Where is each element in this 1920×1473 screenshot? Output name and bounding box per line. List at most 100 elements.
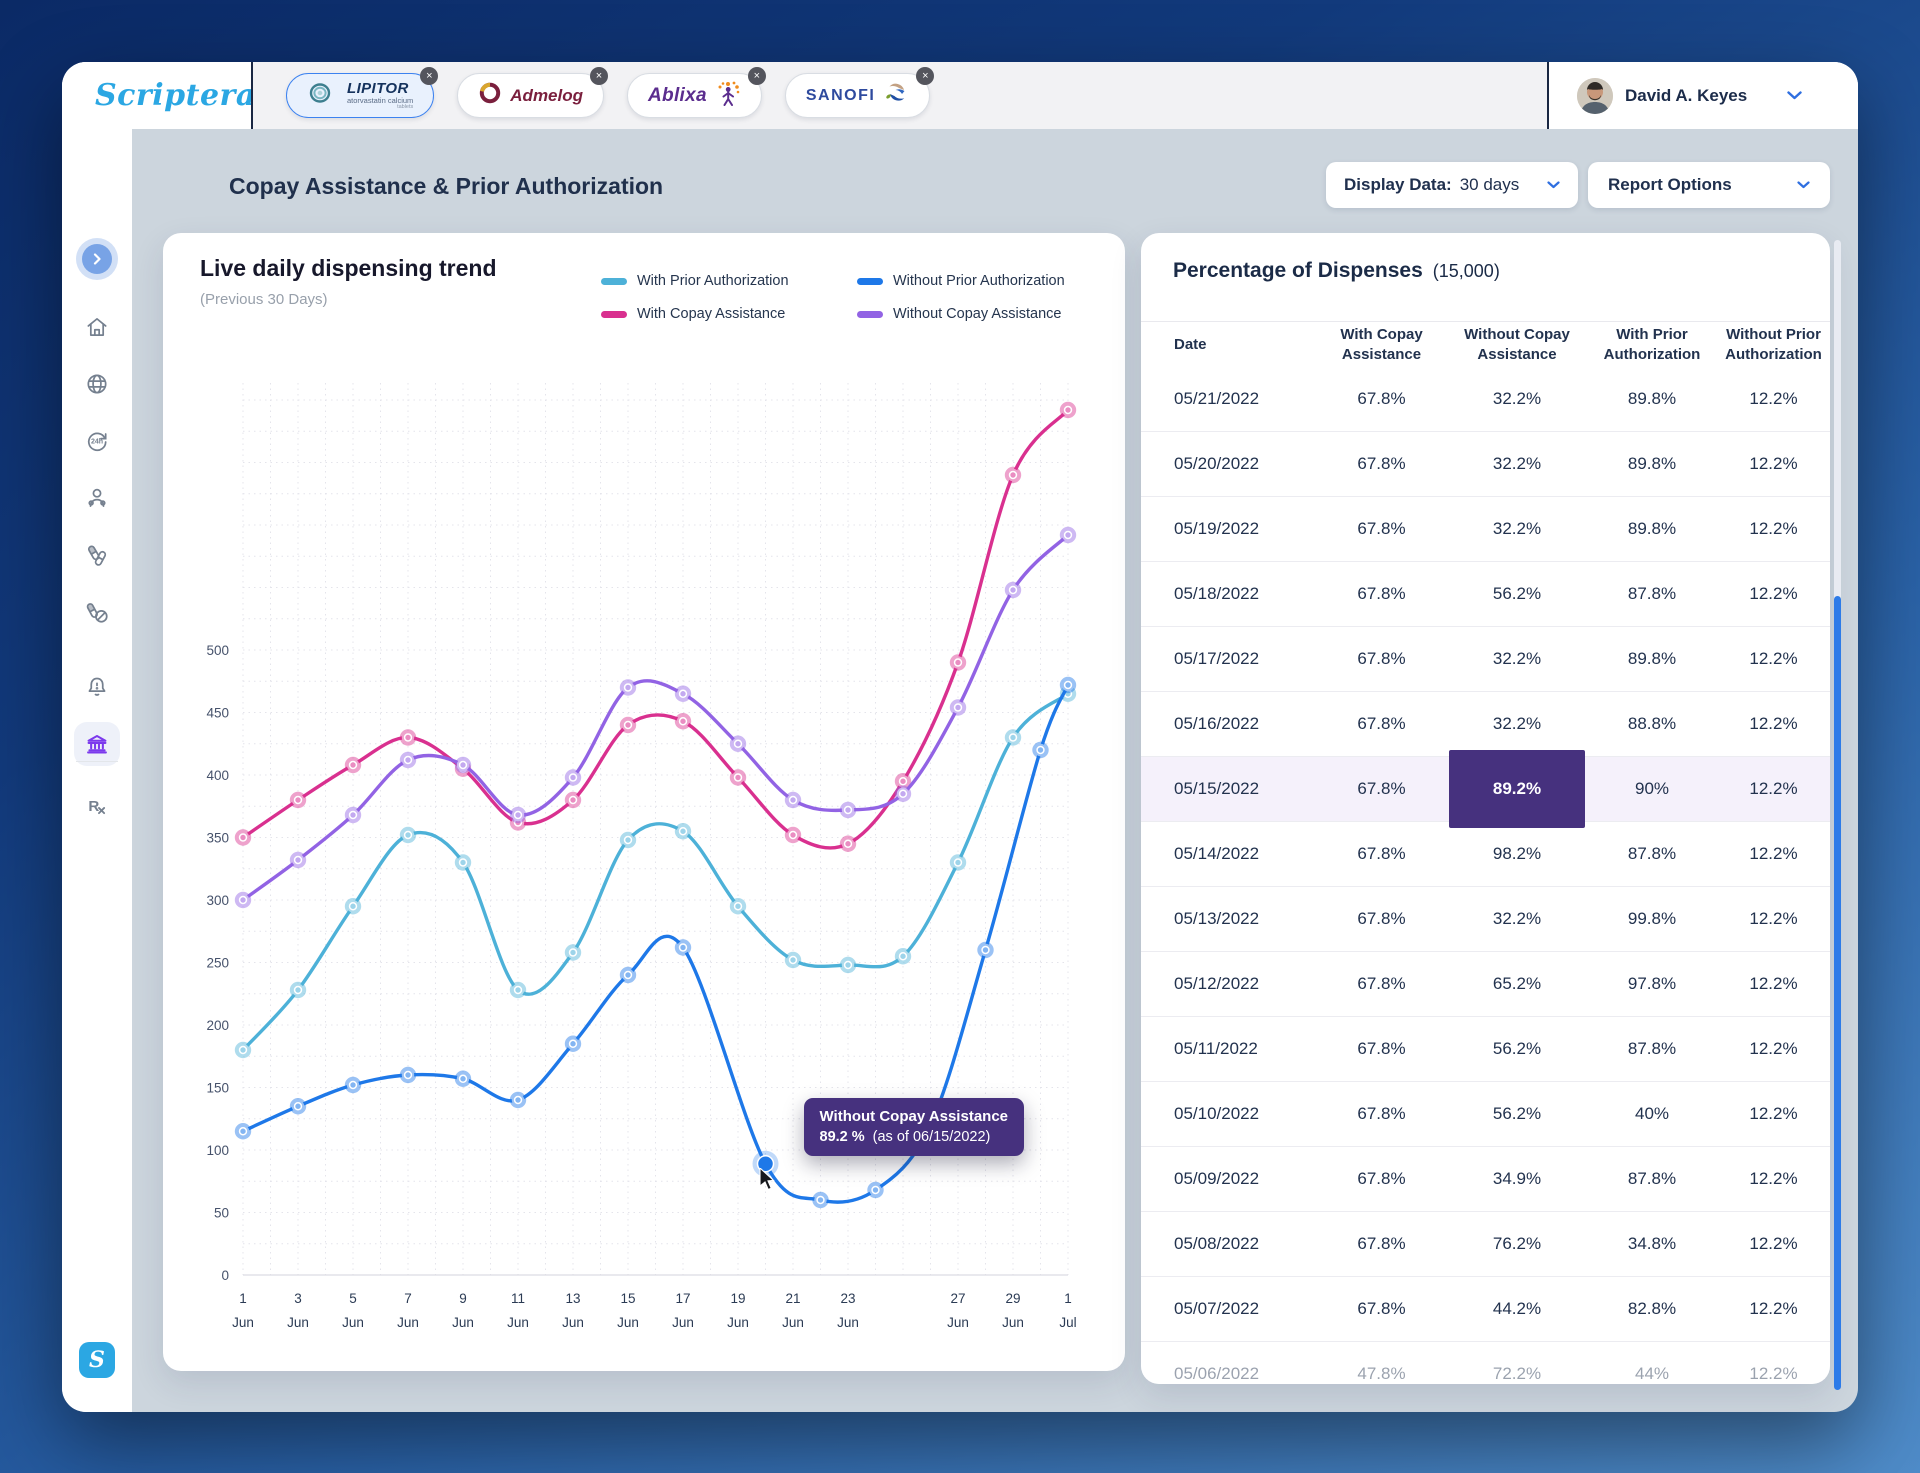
column-header: With Prior Authorization — [1587, 325, 1717, 366]
close-tab-icon[interactable]: × — [420, 67, 438, 85]
dispensing-trend-card: Live daily dispensing trend (Previous 30… — [163, 233, 1125, 1371]
table-row[interactable]: 05/21/202267.8%32.2%89.8%12.2% — [1141, 367, 1830, 432]
display-data-dropdown[interactable]: Display Data: 30 days — [1326, 162, 1578, 208]
svg-text:24h: 24h — [91, 439, 103, 446]
sidebar-item-world[interactable] — [62, 362, 132, 406]
world-icon — [84, 371, 110, 397]
cell-value: 12.2% — [1717, 692, 1830, 756]
expand-sidebar-button[interactable] — [82, 244, 112, 274]
cell-value: 67.8% — [1316, 1277, 1447, 1341]
cell-value: 67.8% — [1316, 367, 1447, 431]
x-axis-tick: Jun — [397, 1315, 419, 1330]
cell-value: 72.2% — [1447, 1342, 1587, 1384]
chevron-down-icon — [1797, 181, 1810, 189]
report-options-label: Report Options — [1608, 175, 1732, 195]
cell-date: 05/21/2022 — [1141, 367, 1316, 431]
chevron-down-icon[interactable] — [1787, 91, 1802, 100]
cell-value: 98.2% — [1447, 822, 1587, 886]
user-menu[interactable]: David A. Keyes — [1547, 62, 1858, 129]
table-row[interactable]: 05/18/202267.8%56.2%87.8%12.2% — [1141, 562, 1830, 627]
cell-value: 12.2% — [1717, 952, 1830, 1016]
cell-value: 12.2% — [1717, 887, 1830, 951]
x-axis-tick: Jun — [452, 1315, 474, 1330]
sidebar-item-patients[interactable] — [62, 476, 132, 520]
table-scrollbar-thumb[interactable] — [1834, 596, 1841, 1390]
sidebar-item-alerts[interactable] — [62, 665, 132, 709]
cell-value: 67.8% — [1316, 562, 1447, 626]
cell-value: 90% — [1587, 757, 1717, 821]
cell-value: 67.8% — [1316, 757, 1447, 821]
x-axis-tick: Jun — [1002, 1315, 1024, 1330]
y-axis-tick: 500 — [206, 643, 229, 658]
table-row[interactable]: 05/13/202267.8%32.2%99.8%12.2% — [1141, 887, 1830, 952]
tab-brand: Ablixa — [648, 85, 707, 107]
x-axis-tick: 23 — [840, 1291, 855, 1306]
sidebar-item-prescriptions[interactable]: R — [62, 784, 132, 828]
table-row[interactable]: 05/06/202247.8%72.2%44%12.2% — [1141, 1342, 1830, 1384]
column-header: Without Copay Assistance — [1447, 325, 1587, 366]
sidebar-item-refresh-24h[interactable]: 24h — [62, 419, 132, 463]
x-axis-tick: 29 — [1005, 1291, 1020, 1306]
cell-date: 05/06/2022 — [1141, 1342, 1316, 1384]
close-tab-icon[interactable]: × — [916, 67, 934, 85]
selected-cell[interactable]: 89.2% — [1449, 750, 1585, 828]
table-row[interactable]: 05/14/202267.8%98.2%87.8%12.2% — [1141, 822, 1830, 887]
table-row[interactable]: 05/16/202267.8%32.2%88.8%12.2% — [1141, 692, 1830, 757]
table-row[interactable]: 05/20/202267.8%32.2%89.8%12.2% — [1141, 432, 1830, 497]
cell-value: 88.8% — [1587, 692, 1717, 756]
divider — [1141, 321, 1830, 322]
cell-value: 47.8% — [1316, 1342, 1447, 1384]
table-row[interactable]: 05/07/202267.8%44.2%82.8%12.2% — [1141, 1277, 1830, 1342]
x-axis-tick: 15 — [620, 1291, 635, 1306]
table-body[interactable]: 05/21/202267.8%32.2%89.8%12.2%05/20/2022… — [1141, 367, 1830, 1384]
table-title: Percentage of Dispenses — [1173, 259, 1423, 283]
table-count: (15,000) — [1433, 261, 1500, 282]
drug-tab-sanofi[interactable]: SANOFI× — [785, 73, 930, 118]
table-row[interactable]: 05/15/202267.8%89.2%90%12.2% — [1141, 757, 1830, 822]
table-row[interactable]: 05/11/202267.8%56.2%87.8%12.2% — [1141, 1017, 1830, 1082]
cell-value: 32.2% — [1447, 432, 1587, 496]
cell-date: 05/07/2022 — [1141, 1277, 1316, 1341]
cell-value: 12.2% — [1717, 757, 1830, 821]
cell-value: 12.2% — [1717, 497, 1830, 561]
sidebar-item-drug-block[interactable] — [62, 590, 132, 634]
cell-value: 44.2% — [1447, 1277, 1587, 1341]
svg-text:R: R — [88, 798, 99, 815]
sidebar-item-home[interactable] — [62, 305, 132, 349]
line-chart[interactable]: 0501001502002503003504004505001Jun3Jun5J… — [163, 233, 1125, 1371]
drug-tab-admelog[interactable]: Admelog× — [457, 73, 604, 118]
tooltip-title: Without Copay Assistance — [820, 1108, 1009, 1125]
x-axis-tick: 11 — [511, 1291, 525, 1306]
close-tab-icon[interactable]: × — [590, 67, 608, 85]
cell-date: 05/20/2022 — [1141, 432, 1316, 496]
alerts-icon — [84, 674, 110, 700]
cell-value: 12.2% — [1717, 1277, 1830, 1341]
admelog-logo-icon — [478, 81, 502, 110]
x-axis-tick: 1 — [1064, 1291, 1072, 1306]
tooltip-value: 89.2 % — [820, 1129, 865, 1145]
table-row[interactable]: 05/09/202267.8%34.9%87.8%12.2% — [1141, 1147, 1830, 1212]
cell-value: 12.2% — [1717, 1082, 1830, 1146]
drug-tab-ablixa[interactable]: Ablixa× — [627, 73, 762, 118]
x-axis-tick: Jul — [1059, 1315, 1076, 1330]
sidebar-nav: 24h R — [62, 129, 132, 1412]
sidebar-item-institutions[interactable] — [62, 722, 132, 766]
sidebar-item-medications[interactable] — [62, 533, 132, 577]
y-axis-tick: 350 — [206, 831, 229, 846]
cell-value: 12.2% — [1717, 627, 1830, 691]
sidebar-item-expand[interactable] — [62, 237, 132, 281]
table-row[interactable]: 05/12/202267.8%65.2%97.8%12.2% — [1141, 952, 1830, 1017]
report-options-dropdown[interactable]: Report Options — [1588, 162, 1830, 208]
table-row[interactable]: 05/17/202267.8%32.2%89.8%12.2% — [1141, 627, 1830, 692]
table-row[interactable]: 05/08/202267.8%76.2%34.8%12.2% — [1141, 1212, 1830, 1277]
cell-value: 67.8% — [1316, 822, 1447, 886]
cell-value: 12.2% — [1717, 1212, 1830, 1276]
table-row[interactable]: 05/10/202267.8%56.2%40%12.2% — [1141, 1082, 1830, 1147]
drug-tab-lipitor[interactable]: LIPITORatorvastatin calciumtablets× — [286, 73, 434, 118]
user-name: David A. Keyes — [1625, 86, 1747, 106]
scriptera-logo: Scriptera — [95, 78, 256, 113]
x-axis-tick: 17 — [675, 1291, 690, 1306]
cell-value: 34.8% — [1587, 1212, 1717, 1276]
table-row[interactable]: 05/19/202267.8%32.2%89.8%12.2% — [1141, 497, 1830, 562]
close-tab-icon[interactable]: × — [748, 67, 766, 85]
